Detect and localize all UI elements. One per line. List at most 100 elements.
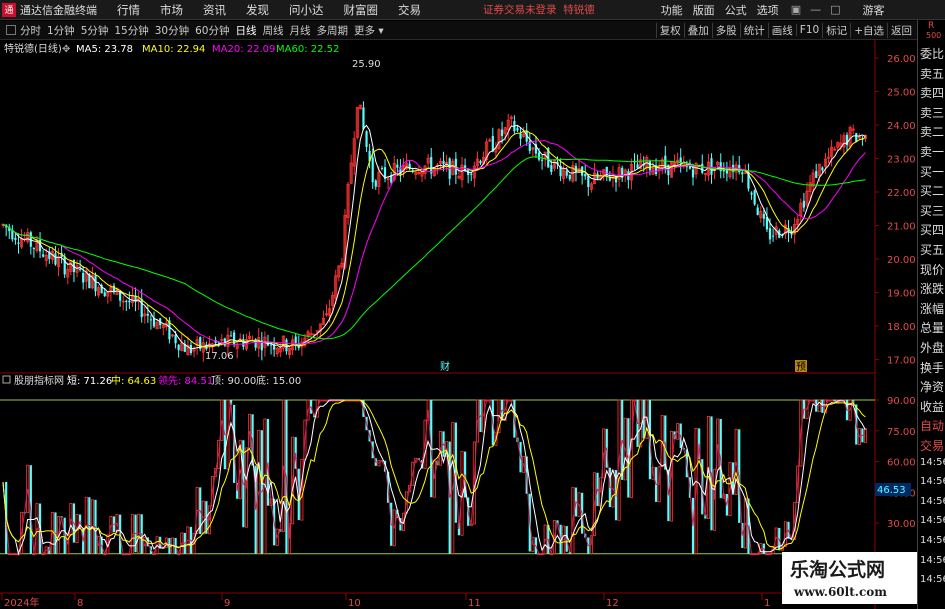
f10-button[interactable]: F10 — [795, 24, 822, 36]
period-5min[interactable]: 5分钟 — [81, 23, 109, 38]
menu-function[interactable]: 功能 — [661, 2, 683, 18]
menu-options[interactable]: 选项 — [757, 2, 779, 18]
candle-body — [710, 158, 713, 175]
candle-body — [722, 170, 725, 172]
menu-item-ask[interactable]: 问小达 — [289, 2, 324, 18]
period-more[interactable]: 更多 ▾ — [354, 23, 384, 38]
stock-name: 特锐德 — [563, 4, 595, 16]
minimize-icon[interactable]: — — [810, 3, 821, 16]
candle-body — [54, 253, 57, 265]
sub-chart-icon[interactable] — [2, 375, 11, 384]
quote-field: 自动 — [920, 419, 945, 434]
panel-corner: R — [928, 21, 935, 31]
candle-body — [146, 313, 149, 316]
toolbar-grid-icon[interactable] — [6, 25, 16, 35]
menu-item-trade[interactable]: 交易 — [398, 2, 421, 18]
candle-body — [648, 161, 651, 171]
candle-body — [269, 344, 273, 346]
candle-body — [229, 335, 233, 337]
ma-lines — [2, 124, 866, 350]
menu-item-exchange[interactable]: 市场 — [160, 2, 183, 18]
price-tick-label: 24.00 — [887, 121, 916, 132]
period-30min[interactable]: 30分钟 — [155, 23, 189, 38]
ma5-line — [2, 124, 866, 350]
quote-field: 买四 — [920, 223, 945, 238]
guest-label[interactable]: 游客 — [863, 2, 885, 18]
price-tick-label: 22.00 — [887, 188, 916, 199]
candle-body — [174, 334, 177, 344]
candle-body — [756, 207, 759, 215]
quote-field: 收益 — [920, 399, 945, 414]
x-tick-label: 9 — [224, 598, 230, 609]
quote-field: 14:56 — [920, 515, 945, 527]
quote-field: 卖四 — [920, 86, 945, 101]
period-1min[interactable]: 1分钟 — [47, 23, 75, 38]
candle-body — [541, 159, 544, 161]
quote-field: 买二 — [920, 184, 945, 199]
maximize-icon[interactable]: □ — [830, 3, 840, 16]
quote-field: 买一 — [920, 164, 945, 179]
period-daily[interactable]: 日线 — [236, 23, 257, 38]
high-price-label: 25.90 — [352, 59, 381, 70]
candle-body — [177, 344, 180, 351]
watermark: 乐淘公式网 www.60lt.com — [782, 552, 917, 604]
login-status[interactable]: 证券交易未登录 特锐德 — [483, 2, 595, 17]
menu-layout[interactable]: 版面 — [693, 2, 715, 18]
quote-field: 委比 — [920, 47, 945, 61]
quote-field: 交易 — [920, 439, 945, 453]
menu-item-discover[interactable]: 发现 — [246, 2, 269, 18]
event-marker-finance[interactable]: 财 — [440, 360, 450, 373]
period-intraday[interactable]: 分时 — [20, 23, 41, 38]
statistics-button[interactable]: 统计 — [739, 22, 768, 38]
sub-short-label: 短: 71.26 — [67, 374, 112, 387]
draw-line-button[interactable]: 画线 — [767, 22, 796, 38]
kline-chart[interactable]: 26.00 25.00 24.00 23.00 22.00 21.00 20.00 19.00… — [0, 40, 917, 609]
candle-body — [565, 170, 568, 176]
period-15min[interactable]: 15分钟 — [114, 23, 148, 38]
candle-body — [242, 339, 245, 347]
menu-formula[interactable]: 公式 — [725, 2, 747, 18]
candle-body — [82, 272, 85, 283]
candle-body — [768, 228, 772, 240]
candle-body — [140, 298, 143, 318]
restore-rights-button[interactable]: 复权 — [655, 22, 684, 38]
skin-icon[interactable]: ▣ — [791, 3, 801, 16]
mark-button[interactable]: 标记 — [822, 22, 850, 38]
quote-field: 卖二 — [920, 125, 945, 140]
candle-body — [149, 319, 153, 321]
overlay-button[interactable]: 叠加 — [683, 22, 712, 38]
app-title: 通达信金融终端 — [20, 3, 97, 17]
candle-body — [537, 152, 541, 160]
candle-body — [294, 336, 297, 343]
menu-item-wealth-circle[interactable]: 财富圈 — [344, 2, 379, 18]
watermark-url: www.60lt.com — [794, 585, 887, 599]
back-button[interactable]: 返回 — [887, 22, 915, 38]
candle-body — [815, 170, 818, 178]
x-tick-label: 10 — [348, 598, 361, 609]
event-marker-forecast[interactable]: 预 — [796, 361, 806, 373]
candle-body — [500, 129, 504, 136]
period-weekly[interactable]: 周线 — [263, 23, 284, 38]
multi-stock-button[interactable]: 多股 — [711, 22, 740, 38]
sub-tick-label: 60.00 — [887, 458, 916, 469]
add-favorite-button[interactable]: +自选 — [850, 22, 887, 38]
ma10-label: MA10: 22.94 — [142, 44, 205, 55]
candle-body — [233, 332, 236, 345]
candle-body — [491, 136, 494, 152]
x-tick-label: 8 — [77, 598, 83, 609]
candle-body — [63, 256, 66, 275]
candle-body — [430, 157, 433, 174]
candle-body — [741, 172, 744, 175]
menu-item-market[interactable]: 行情 — [117, 2, 140, 18]
ma20-label: MA20: 22.09 — [212, 44, 275, 55]
candle-body — [608, 178, 611, 181]
period-monthly[interactable]: 月线 — [290, 23, 311, 38]
period-60min[interactable]: 60分钟 — [195, 23, 229, 38]
candle-body — [821, 167, 824, 171]
menu-item-news[interactable]: 资讯 — [203, 2, 226, 18]
candle-body — [802, 200, 805, 208]
price-tick-label: 26.00 — [887, 54, 916, 65]
candle-body — [750, 192, 753, 195]
period-multi[interactable]: 多周期 — [317, 23, 349, 38]
candle-body — [772, 235, 775, 237]
